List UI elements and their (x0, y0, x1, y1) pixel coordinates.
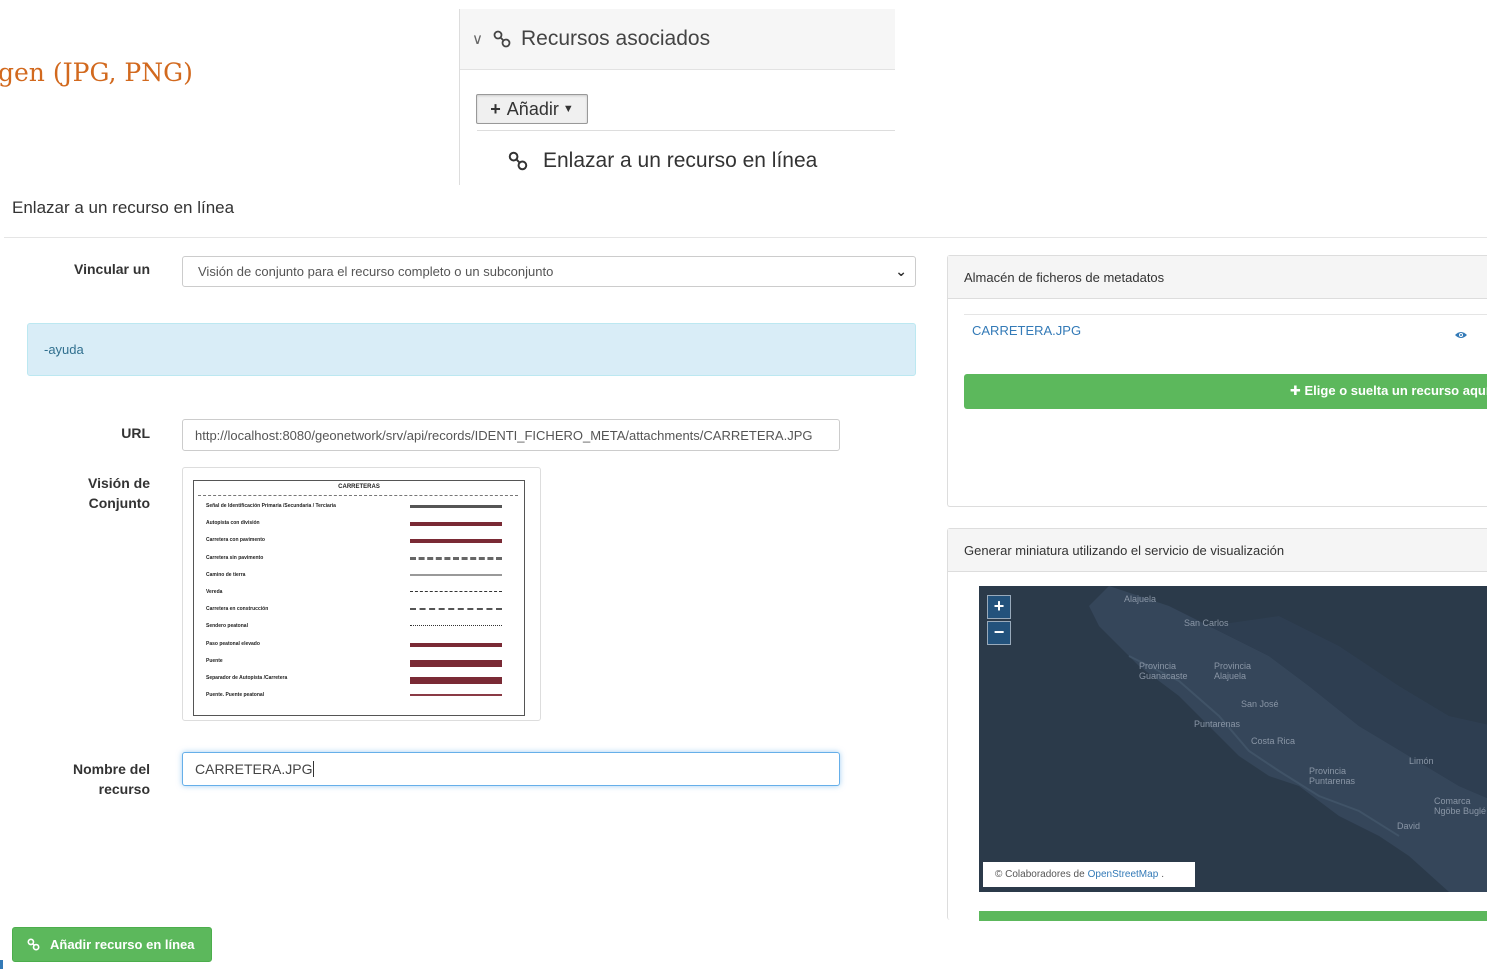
thumbnail-row-symbol (410, 556, 502, 560)
link-icon (27, 938, 40, 951)
zoom-out-button[interactable]: − (987, 621, 1011, 645)
url-input[interactable]: http://localhost:8080/geonetwork/srv/api… (182, 419, 840, 451)
associated-resources-panel: ∨ Recursos asociados + Añadir ▼ Enlazar … (459, 9, 895, 185)
map-place-label: Provincia Alajuela (1214, 661, 1252, 681)
focus-indicator (0, 960, 3, 969)
link-type-value: Visión de conjunto para el recurso compl… (198, 264, 554, 279)
plus-icon: + (490, 98, 501, 119)
attribution-prefix: © Colaboradores de (995, 869, 1085, 880)
map-place-label: Costa Rica (1251, 736, 1296, 746)
help-box: -ayuda (27, 323, 916, 376)
thumbnail-row-label: Carretera con pavimento (206, 537, 265, 544)
chevron-down-icon[interactable]: ∨ (472, 30, 483, 48)
thumbnail-row-symbol (410, 625, 502, 627)
thumbnail-row-symbol (410, 591, 502, 592)
thumbnail-row-symbol (410, 659, 502, 667)
thumbnail-row-symbol (410, 505, 502, 508)
choose-or-drop-label: Elige o suelta un recurso aquí (1304, 383, 1487, 398)
map-place-label: Comarca Ngöbe Buglé (1434, 796, 1487, 816)
generate-thumbnail-panel: Generar miniatura utilizando el servicio… (947, 528, 1487, 921)
map-place-label: David (1397, 821, 1421, 831)
map-place-label: Provincia Guanacaste (1139, 661, 1188, 681)
chevron-down-icon: ⌄ (895, 263, 907, 279)
generate-thumbnail-title: Generar miniatura utilizando el servicio… (964, 542, 1285, 558)
url-value: http://localhost:8080/geonetwork/srv/api… (195, 427, 813, 443)
list-item: CARRETERA.JPG (964, 314, 1487, 349)
thumbnail-row-symbol (410, 522, 502, 527)
openstreetmap-link[interactable]: OpenStreetMap (1088, 869, 1159, 880)
generate-thumbnail-button[interactable] (979, 911, 1487, 921)
thumbnail-row-label: Señal de Identificación Primaria /Secund… (206, 503, 336, 509)
name-label-line2: recurso (98, 781, 150, 797)
thumbnail-row-label: Autopista con división (206, 520, 260, 527)
thumbnail-row-symbol (410, 694, 502, 697)
metadata-file-store-panel: Almacén de ficheros de metadatos CARRETE… (947, 255, 1487, 507)
thumbnail-rule (198, 495, 518, 496)
thumbnail-title: CARRETERAS (338, 484, 380, 490)
map-landmass (1089, 586, 1487, 892)
help-text: -ayuda (44, 342, 84, 357)
map-place-label: San José (1241, 699, 1279, 709)
map-place-label: Puntarenas (1194, 719, 1241, 729)
zoom-controls: + − (987, 595, 1011, 645)
caret-down-icon: ▼ (562, 103, 574, 115)
attribution-suffix: . (1161, 869, 1165, 880)
link-icon (492, 29, 512, 49)
thumbnail-row-label: Carretera sin pavimento (206, 554, 264, 561)
resource-name-value: CARRETERA.JPG (195, 761, 313, 777)
map-place-label: Alajuela (1124, 594, 1157, 604)
map-view[interactable]: Alajuela Provincia Guanacaste San Carlos… (979, 586, 1487, 892)
add-label: Añadir (506, 98, 559, 119)
associated-resources-header[interactable]: ∨ Recursos asociados (460, 9, 895, 70)
thumbnail-row-label: Paso peatonal elevado (206, 640, 260, 647)
add-dropdown-button[interactable]: + Añadir ▼ (476, 94, 588, 124)
map-attribution: © Colaboradores de OpenStreetMap . (983, 862, 1195, 887)
overview-thumbnail: CARRETERAS Señal de Identificación Prima… (182, 467, 541, 721)
thumbnail-row-symbol (410, 608, 502, 611)
thumbnail-row-label: Sendero peatonal (206, 623, 248, 630)
thumbnail-row-label: Vereda (206, 589, 223, 595)
overview-label-line1: Visión de (88, 475, 150, 491)
map-place-label: San Carlos (1184, 618, 1229, 628)
metadata-file-store-header: Almacén de ficheros de metadatos (948, 256, 1487, 299)
metadata-file-store-title: Almacén de ficheros de metadatos (964, 269, 1165, 285)
menu-item-label: Enlazar a un recurso en línea (543, 149, 818, 172)
map-place-label: Limón (1409, 756, 1434, 766)
section-heading-fragment: gen (JPG, PNG) (0, 58, 193, 87)
roads-legend-image: CARRETERAS Señal de Identificación Prima… (193, 480, 525, 716)
thumbnail-row-symbol (410, 677, 502, 684)
name-label-line1: Nombre del (72, 761, 150, 777)
generate-thumbnail-header: Generar miniatura utilizando el servicio… (948, 529, 1487, 572)
text-cursor (313, 761, 315, 777)
thumbnail-row-label: Separador de Autopista /Carretera (206, 675, 288, 681)
thumbnail-row-label: Puente (206, 657, 223, 664)
thumbnail-row-label: Puente. Puente peatonal (206, 692, 265, 699)
thumbnail-row-label: Camino de tierra (206, 571, 246, 578)
map-place-label: Provincia Puntarenas (1309, 766, 1356, 786)
add-online-resource-button[interactable]: Añadir recurso en línea (12, 927, 212, 962)
plus-icon: ✚ (1290, 383, 1305, 398)
resource-name-input[interactable]: CARRETERA.JPG (182, 752, 840, 786)
eye-icon[interactable] (1454, 327, 1468, 345)
dialog-title: Enlazar a un recurso en línea (12, 198, 235, 217)
stored-file-link[interactable]: CARRETERA.JPG (972, 323, 1081, 338)
dialog-divider (4, 237, 1487, 238)
menu-item-link-online-resource[interactable]: Enlazar a un recurso en línea (477, 130, 895, 185)
associated-resources-title: Recursos asociados (520, 27, 711, 50)
choose-or-drop-resource-button[interactable]: ✚ Elige o suelta un recurso aquí (964, 374, 1487, 409)
link-type-select[interactable]: Visión de conjunto para el recurso compl… (182, 256, 916, 287)
thumbnail-row-symbol (410, 642, 502, 647)
link-type-label: Vincular un (74, 261, 150, 277)
thumbnail-row-label: Carretera en construcción (206, 606, 269, 613)
link-icon (507, 150, 529, 172)
thumbnail-row-symbol (410, 573, 502, 576)
zoom-in-button[interactable]: + (987, 595, 1011, 619)
thumbnail-row-symbol (410, 539, 502, 544)
url-label: URL (121, 425, 150, 441)
add-online-resource-label: Añadir recurso en línea (50, 937, 195, 952)
overview-label-line2: Conjunto (88, 495, 150, 511)
